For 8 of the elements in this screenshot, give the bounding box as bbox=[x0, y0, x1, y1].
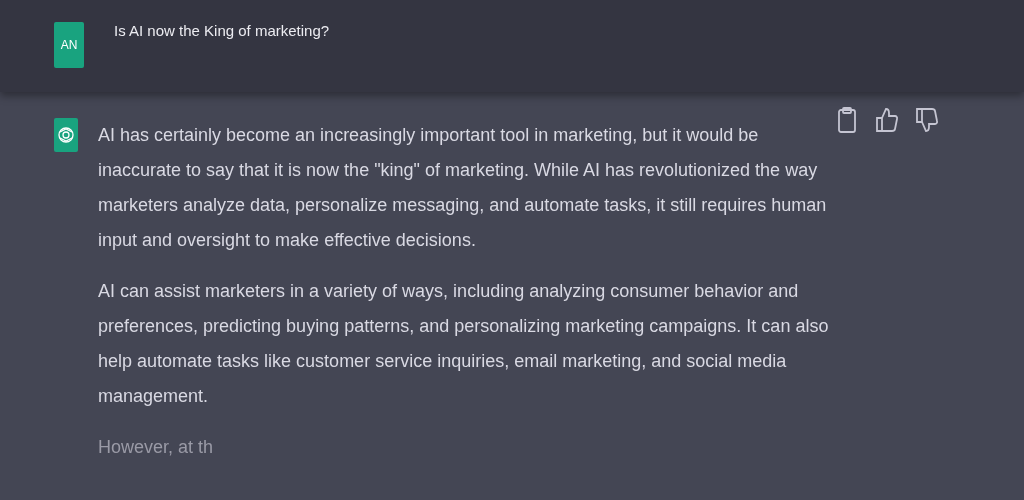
user-avatar: AN bbox=[54, 22, 84, 68]
user-message: Is AI now the King of marketing? bbox=[114, 22, 330, 39]
cut-off-paragraph: However, at th bbox=[98, 436, 215, 459]
thumbs-up-icon[interactable] bbox=[874, 106, 900, 134]
answer-paragraph: AI has certainly become an increasingly important tool in marketing, but it would be inaccurate to say that it is now the "king" of marketing. While AI has revolutionized the way marketers analyze data, personalize messaging, and automate tasks, it still requires human input and oversight to make effective decisions. bbox=[98, 124, 828, 252]
thumbs-down-icon[interactable] bbox=[914, 106, 940, 134]
assistant-logo-icon bbox=[54, 118, 78, 152]
answer-paragraph: AI can assist marketers in a variety of ways, including analyzing consumer behavior and preferences, predicting buying patterns, and personalizing marketing campaigns. It can also help automate tasks like customer service inquiries, email marketing, and social media management. bbox=[98, 280, 830, 408]
